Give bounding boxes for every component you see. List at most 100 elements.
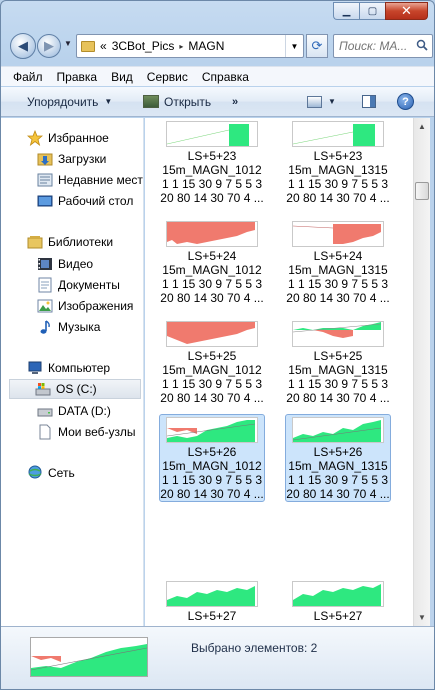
file-name-line3: 1 1 15 30 9 7 5 5 3 [161, 377, 263, 391]
file-name-line4: 20 80 14 30 70 4 ... [286, 391, 390, 405]
nav-recent-places[interactable]: Недавние мест [37, 170, 143, 190]
nav-documents-label: Документы [58, 278, 120, 292]
file-list: LS+5+23 15m_MAGN_1012 1 1 15 30 9 7 5 5 … [145, 118, 413, 626]
forward-button[interactable]: ▶ [37, 34, 61, 58]
chart-thumbnail [292, 221, 384, 247]
recent-pages-dropdown[interactable]: ▼ [64, 39, 72, 48]
file-name-line3: 1 1 15 30 9 7 5 5 3 [161, 277, 263, 291]
nav-web-nodes[interactable]: Мои веб-узлы [37, 422, 135, 442]
scrollbar-thumb[interactable] [415, 182, 429, 200]
file-name-line2: 15m_MAGN_1012 [162, 363, 262, 377]
nav-downloads[interactable]: Загрузки [37, 149, 106, 169]
back-arrow-icon: ◀ [18, 38, 28, 53]
file-item[interactable]: LS+5+24 15m_MAGN_1315 1 1 15 30 9 7 5 5 … [285, 218, 391, 306]
file-name-line4: 20 80 14 30 70 4 ... [286, 191, 390, 205]
file-name-line3: 1 1 15 30 9 7 5 5 3 [287, 377, 389, 391]
file-item-selected[interactable]: LS+5+26 15m_MAGN_1315 1 1 15 30 9 7 5 5 … [285, 414, 391, 502]
vertical-scrollbar[interactable]: ▲ ▼ [413, 118, 430, 626]
address-bar[interactable]: « 3CBot_Pics ▸ MAGN ▼ [76, 34, 304, 58]
change-view-button[interactable]: ▼ [307, 95, 336, 108]
file-name-line4: 20 80 14 30 70 4 ... [160, 191, 264, 205]
file-name-line1: LS+5+25 [313, 349, 363, 363]
scroll-up-icon[interactable]: ▲ [414, 118, 430, 135]
menu-edit[interactable]: Правка [57, 70, 98, 84]
file-name-line3: 1 1 15 30 9 7 5 5 3 [161, 177, 263, 191]
computer-icon [27, 360, 43, 376]
address-dropdown[interactable]: ▼ [285, 35, 303, 57]
file-item[interactable]: LS+5+27 [159, 578, 265, 624]
desktop-icon [37, 193, 53, 209]
menu-view[interactable]: Вид [111, 70, 133, 84]
file-item[interactable]: LS+5+24 15m_MAGN_1012 1 1 15 30 9 7 5 5 … [159, 218, 265, 306]
explorer-window: ▁ ▢ ✕ ◀ ▶ ▼ « 3CBot_Pics ▸ MAGN ▼ ⟳ Поис… [0, 0, 435, 690]
open-label: Открыть [164, 94, 212, 109]
nav-favorites[interactable]: Избранное [27, 128, 109, 148]
back-button[interactable]: ◀ [10, 33, 36, 59]
menu-help[interactable]: Справка [202, 70, 249, 84]
breadcrumb-overflow[interactable]: « [100, 39, 107, 53]
libraries-icon [27, 234, 43, 250]
file-item[interactable]: LS+5+27 [285, 578, 391, 624]
caption-buttons: ▁ ▢ ✕ [333, 2, 428, 20]
file-name-line1: LS+5+26 [187, 445, 237, 459]
more-commands-button[interactable]: » [232, 96, 238, 108]
open-button[interactable]: Открыть [143, 95, 211, 109]
file-name-line4: 20 80 14 30 70 4 ... [286, 487, 390, 501]
file-name-line2: 15m_MAGN_1315 [288, 459, 388, 473]
nav-drive-d[interactable]: DATA (D:) [37, 401, 111, 421]
file-item[interactable]: LS+5+23 15m_MAGN_1315 1 1 15 30 9 7 5 5 … [285, 118, 391, 206]
maximize-button[interactable]: ▢ [359, 2, 385, 20]
file-item-selected[interactable]: LS+5+26 15m_MAGN_1012 1 1 15 30 9 7 5 5 … [159, 414, 265, 502]
file-name-line4: 20 80 14 30 70 4 ... [286, 291, 390, 305]
selection-preview [30, 637, 148, 677]
organize-button[interactable]: Упорядочить ▼ [27, 95, 112, 109]
menu-tools[interactable]: Сервис [147, 70, 188, 84]
nav-music[interactable]: Музыка [37, 317, 100, 337]
minimize-button[interactable]: ▁ [333, 2, 359, 20]
file-name-line2: 15m_MAGN_1012 [162, 163, 262, 177]
chart-thumbnail [292, 417, 384, 443]
close-button[interactable]: ✕ [385, 2, 428, 20]
breadcrumb-3cbot-pics[interactable]: 3CBot_Pics [112, 39, 175, 53]
system-drive-icon [35, 381, 51, 397]
refresh-button[interactable]: ⟳ [306, 34, 328, 58]
nav-network-label: Сеть [48, 466, 75, 480]
nav-desktop-label: Рабочий стол [58, 194, 134, 208]
navigation-bar: ◀ ▶ ▼ « 3CBot_Pics ▸ MAGN ▼ ⟳ [9, 31, 433, 61]
scroll-down-icon[interactable]: ▼ [414, 609, 430, 626]
file-name-line2: 15m_MAGN_1012 [162, 459, 262, 473]
search-icon [416, 39, 428, 51]
nav-video[interactable]: Видео [37, 254, 93, 274]
nav-libraries-label: Библиотеки [48, 235, 114, 249]
nav-drive-c[interactable]: OS (C:) [9, 379, 141, 399]
nav-desktop[interactable]: Рабочий стол [37, 191, 133, 211]
chart-thumbnail [166, 321, 258, 347]
chart-thumbnail [292, 321, 384, 347]
file-item[interactable]: LS+5+23 15m_MAGN_1012 1 1 15 30 9 7 5 5 … [159, 118, 265, 206]
breadcrumb-magn[interactable]: MAGN [188, 39, 224, 53]
view-icon [307, 95, 322, 108]
command-bar: Упорядочить ▼ Открыть » ▼ ? [1, 87, 434, 117]
file-item[interactable]: LS+5+25 15m_MAGN_1315 1 1 15 30 9 7 5 5 … [285, 318, 391, 406]
help-button[interactable]: ? [397, 93, 414, 110]
nav-network[interactable]: Сеть [27, 463, 75, 483]
file-name-line4: 20 80 14 30 70 4 ... [160, 487, 264, 501]
search-box[interactable] [333, 34, 433, 58]
nav-images[interactable]: Изображения [37, 296, 133, 316]
nav-recent-label: Недавние мест [58, 173, 143, 187]
menu-bar: Файл Правка Вид Сервис Справка [1, 66, 434, 86]
nav-computer[interactable]: Компьютер [27, 358, 110, 378]
nav-documents[interactable]: Документы [37, 275, 120, 295]
nav-video-label: Видео [58, 257, 94, 271]
preview-pane-button[interactable] [362, 95, 376, 108]
network-icon [27, 465, 43, 481]
recent-places-icon [37, 172, 53, 188]
file-item[interactable]: LS+5+25 15m_MAGN_1012 1 1 15 30 9 7 5 5 … [159, 318, 265, 406]
menu-file[interactable]: Файл [13, 70, 43, 84]
nav-computer-label: Компьютер [48, 361, 111, 375]
search-input[interactable] [339, 39, 417, 53]
nav-libraries[interactable]: Библиотеки [27, 232, 113, 252]
breadcrumb-separator-icon[interactable]: ▸ [179, 42, 183, 51]
nav-music-label: Музыка [58, 320, 101, 334]
drive-icon [37, 403, 53, 419]
